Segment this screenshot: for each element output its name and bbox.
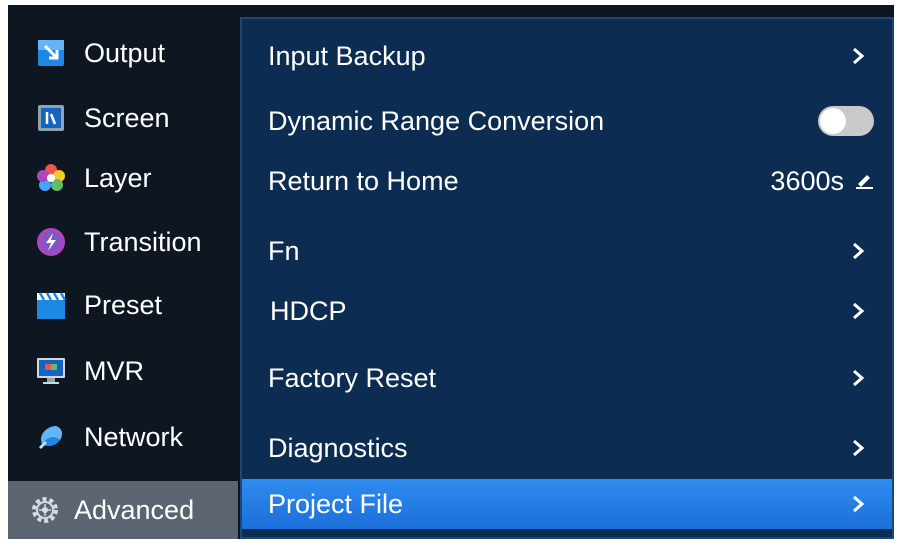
sidebar: Output Screen Layer Transition Preset MV… — [8, 5, 238, 539]
output-icon — [36, 38, 66, 68]
menu-item-hdcp[interactable]: HDCP — [242, 282, 892, 340]
chevron-right-icon — [846, 299, 870, 323]
menu-item-label: Dynamic Range Conversion — [268, 105, 605, 136]
chevron-right-icon — [846, 436, 870, 460]
gear-icon — [30, 495, 60, 525]
sidebar-item-transition[interactable]: Transition — [8, 213, 238, 271]
device-screen: Output Screen Layer Transition Preset MV… — [8, 5, 894, 539]
sidebar-item-advanced[interactable]: Advanced — [8, 481, 238, 539]
sidebar-item-output[interactable]: Output — [8, 24, 238, 82]
dynamic-range-toggle[interactable] — [818, 106, 874, 136]
sidebar-item-network[interactable]: Network — [8, 408, 238, 466]
menu-item-label: Diagnostics — [268, 432, 408, 463]
menu-item-fn[interactable]: Fn — [242, 222, 892, 280]
menu-item-label: Fn — [268, 235, 300, 266]
sidebar-item-screen[interactable]: Screen — [8, 89, 238, 147]
value-text: 3600s — [770, 165, 844, 196]
menu-item-input-backup[interactable]: Input Backup — [242, 27, 892, 85]
menu-item-diagnostics[interactable]: Diagnostics — [242, 419, 892, 477]
sidebar-item-label: Layer — [84, 162, 152, 193]
menu-item-label: Factory Reset — [268, 362, 437, 393]
sidebar-item-label: Output — [84, 37, 166, 68]
sidebar-item-label: Network — [84, 421, 184, 452]
edit-icon — [854, 166, 874, 197]
menu-item-label: Return to Home — [268, 165, 459, 196]
menu-item-project-file[interactable]: Project File — [242, 479, 892, 529]
mvr-icon — [36, 356, 66, 386]
menu-item-label: Project File — [268, 488, 404, 519]
chevron-right-icon — [846, 44, 870, 68]
sidebar-item-layer[interactable]: Layer — [8, 149, 238, 207]
menu-item-label: Input Backup — [268, 40, 426, 71]
layer-icon — [36, 163, 66, 193]
chevron-right-icon — [846, 239, 870, 263]
sidebar-item-mvr[interactable]: MVR — [8, 342, 238, 400]
menu-item-dynamic-range-conversion[interactable]: Dynamic Range Conversion — [242, 92, 892, 150]
sidebar-item-label: Screen — [84, 102, 170, 133]
return-to-home-value[interactable]: 3600s — [770, 166, 874, 197]
sidebar-item-label: MVR — [84, 355, 144, 386]
transition-icon — [36, 227, 66, 257]
network-icon — [36, 422, 66, 452]
chevron-right-icon — [846, 366, 870, 390]
preset-icon — [36, 290, 66, 320]
menu-item-label: HDCP — [270, 295, 347, 326]
sidebar-item-label: Transition — [84, 226, 202, 257]
screen-icon — [36, 103, 66, 133]
chevron-right-icon — [846, 492, 870, 516]
sidebar-item-preset[interactable]: Preset — [8, 276, 238, 334]
settings-panel: Input Backup Dynamic Range Conversion Re… — [240, 17, 894, 539]
toggle-knob — [820, 108, 846, 134]
sidebar-item-label: Advanced — [74, 494, 195, 525]
sidebar-item-label: Preset — [84, 289, 163, 320]
menu-item-return-to-home[interactable]: Return to Home 3600s — [242, 152, 892, 210]
menu-item-factory-reset[interactable]: Factory Reset — [242, 349, 892, 407]
